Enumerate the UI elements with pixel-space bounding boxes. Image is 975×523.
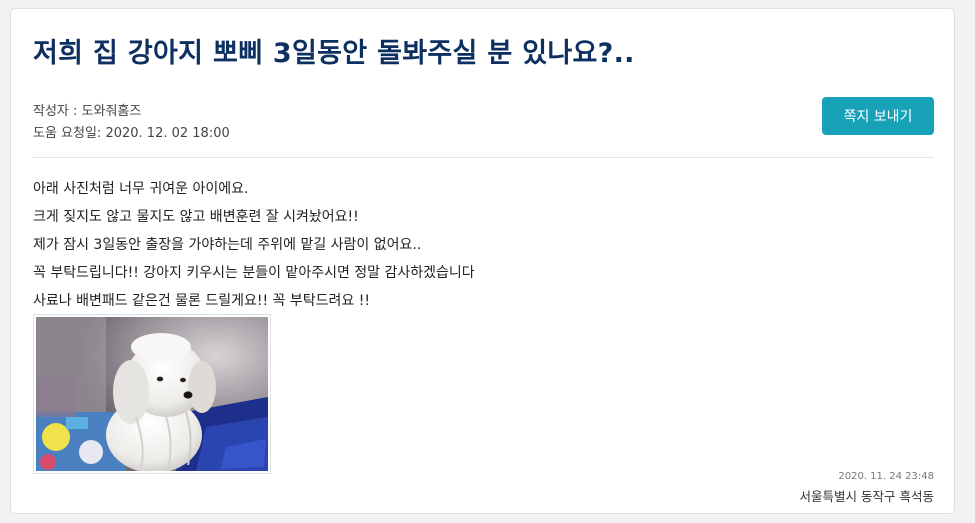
- post-location: 서울특별시 동작구 흑석동: [799, 489, 934, 504]
- post-card: 저희 집 강아지 뽀삐 3일동안 돌봐주실 분 있나요?.. 작성자 : 도와줘…: [10, 8, 955, 514]
- body-line: 아래 사진처럼 너무 귀여운 아이에요.: [33, 181, 249, 197]
- send-message-button[interactable]: 쪽지 보내기: [822, 97, 934, 135]
- body-line: 크게 짖지도 않고 물지도 않고 배변훈련 잘 시켜놨어요!!: [33, 209, 359, 225]
- posted-timestamp: 2020. 11. 24 23:48: [838, 471, 934, 482]
- author-line: 작성자 : 도와줘홈즈: [33, 104, 142, 119]
- post-title: 저희 집 강아지 뽀삐 3일동안 돌봐주실 분 있나요?..: [33, 38, 635, 69]
- puppy-image: [36, 317, 268, 471]
- puppy-photo[interactable]: [33, 314, 271, 474]
- post-body: 아래 사진처럼 너무 귀여운 아이에요. 크게 짖지도 않고 물지도 않고 배변…: [33, 175, 475, 315]
- body-line: 사료나 배변패드 같은건 물론 드릴게요!! 꼭 부탁드려요 !!: [33, 293, 370, 309]
- body-line: 제가 잠시 3일동안 출장을 가야하는데 주위에 맡길 사람이 없어요..: [33, 237, 422, 253]
- divider: [33, 157, 934, 158]
- request-date-line: 도움 요청일: 2020. 12. 02 18:00: [33, 126, 230, 141]
- post-meta: 작성자 : 도와줘홈즈 도움 요청일: 2020. 12. 02 18:00: [33, 101, 230, 145]
- body-line: 꼭 부탁드립니다!! 강아지 키우시는 분들이 맡아주시면 정말 감사하겠습니다: [33, 265, 475, 281]
